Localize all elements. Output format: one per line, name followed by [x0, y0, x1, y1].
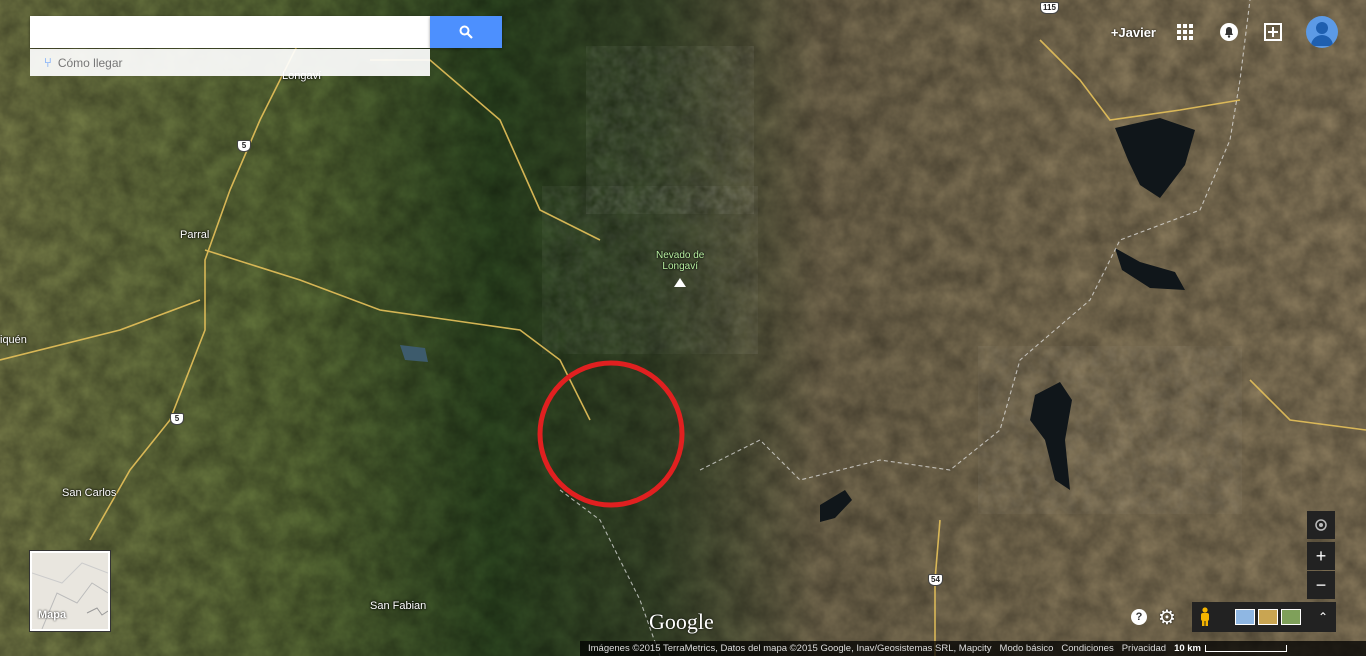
layers-toolbar: ⌃ — [1192, 602, 1336, 632]
layer-thumb-2[interactable] — [1258, 609, 1278, 625]
my-location-button[interactable] — [1307, 511, 1335, 539]
route-5-shield-b: 5 — [170, 413, 184, 425]
imagery-credits: Imágenes ©2015 TerraMetrics, Datos del m… — [588, 643, 992, 654]
pegman-icon[interactable] — [1192, 607, 1218, 627]
satellite-imagery — [0, 0, 1366, 656]
map-footer: Imágenes ©2015 TerraMetrics, Datos del m… — [580, 641, 1366, 656]
zoom-in-icon: + — [1315, 545, 1327, 566]
search-icon — [459, 25, 473, 39]
share-plus-icon[interactable] — [1262, 21, 1284, 43]
zoom-out-button[interactable]: − — [1307, 571, 1335, 599]
expand-icon[interactable]: ⌃ — [1318, 610, 1328, 624]
route-54-shield: 54 — [928, 574, 943, 586]
gear-icon[interactable]: ⚙ — [1158, 605, 1176, 630]
directions-label: Cómo llegar — [57, 55, 123, 70]
satellite-map[interactable]: Longaví Parral Nevado de Longaví San Car… — [0, 0, 1366, 656]
help-icon[interactable]: ? — [1131, 609, 1147, 625]
route-115-shield: 115 — [1040, 2, 1059, 14]
scale-bar — [1205, 645, 1287, 652]
map-toggle-label: Mapa — [38, 609, 67, 621]
account-bar: +Javier — [1111, 14, 1366, 50]
terms-link[interactable]: Condiciones — [1061, 643, 1113, 654]
locate-icon — [1315, 519, 1327, 531]
apps-grid-icon[interactable] — [1174, 21, 1196, 43]
place-san-fabian: San Fabian — [370, 600, 427, 612]
basic-mode-link[interactable]: Modo básico — [1000, 643, 1054, 654]
place-niquen: iquén — [0, 334, 27, 346]
place-nevado-de-longavi: Nevado de Longaví — [656, 250, 704, 272]
search-input[interactable] — [30, 16, 430, 46]
layer-thumb-1[interactable] — [1235, 609, 1255, 625]
place-san-carlos: San Carlos — [62, 487, 117, 499]
map-view-toggle[interactable]: Mapa — [30, 551, 110, 631]
search-box[interactable] — [30, 16, 430, 48]
privacy-link[interactable]: Privacidad — [1122, 643, 1166, 654]
scale-label: 10 km — [1174, 643, 1201, 654]
place-nevado-line1: Nevado de — [656, 250, 705, 261]
directions-link[interactable]: ⑂ Cómo llegar — [30, 49, 430, 76]
zoom-out-icon: − — [1315, 574, 1327, 595]
user-profile-link[interactable]: +Javier — [1111, 25, 1156, 40]
avatar-icon[interactable] — [1306, 16, 1338, 48]
place-nevado-line2: Longaví — [662, 261, 698, 272]
place-parral: Parral — [180, 229, 210, 241]
google-logo: Google — [649, 609, 714, 634]
notifications-icon[interactable] — [1218, 21, 1240, 43]
directions-icon: ⑂ — [44, 55, 52, 70]
route-5-shield-a: 5 — [237, 140, 251, 152]
layer-thumb-3[interactable] — [1281, 609, 1301, 625]
volcano-icon — [674, 278, 686, 287]
zoom-in-button[interactable]: + — [1307, 542, 1335, 570]
search-button[interactable] — [430, 16, 502, 48]
